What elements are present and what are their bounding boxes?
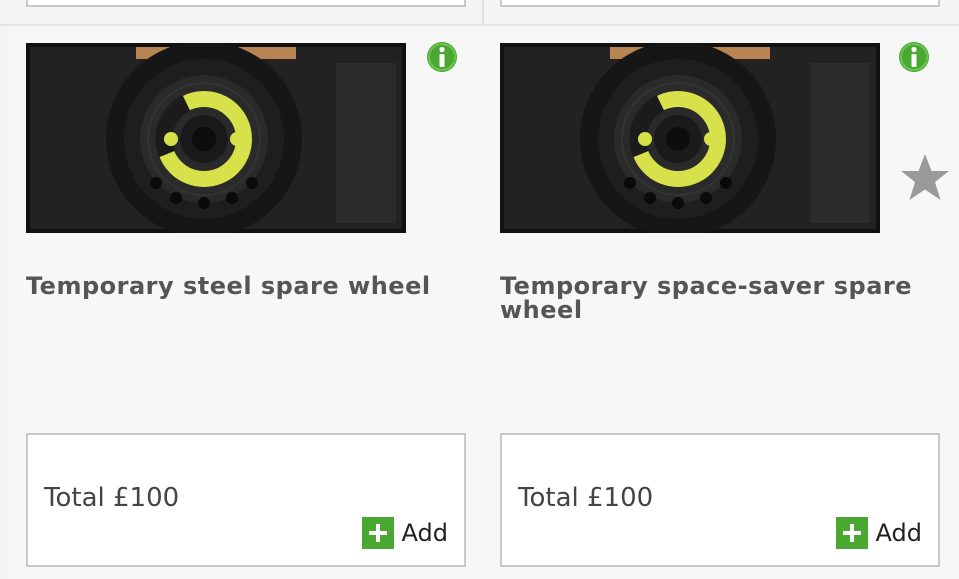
add-label: Add [875, 519, 922, 547]
spare-wheel-photo[interactable] [500, 43, 880, 233]
product-title: Temporary steel spare wheel [26, 272, 431, 300]
plus-icon [361, 517, 394, 549]
total-price: Total £100 [44, 483, 180, 513]
info-icon[interactable] [426, 41, 458, 73]
total-price: Total £100 [518, 483, 654, 513]
add-button[interactable]: Add [361, 517, 448, 549]
star-icon[interactable] [898, 152, 952, 204]
product-title: Temporary space-saver spare wheel [500, 272, 912, 324]
previous-row-price-box-left [26, 0, 466, 7]
price-box: Total £100 Add [26, 433, 466, 567]
product-card-space-saver-spare: Temporary space-saver spare wheel Total … [484, 26, 958, 579]
price-box: Total £100 Add [500, 433, 940, 567]
spare-wheel-photo[interactable] [26, 43, 406, 233]
product-card-steel-spare: Temporary steel spare wheel Total £100 A… [10, 26, 484, 579]
add-label: Add [401, 519, 448, 547]
add-button[interactable]: Add [835, 517, 922, 549]
previous-row-price-box-right [500, 0, 940, 7]
info-icon[interactable] [898, 41, 930, 73]
plus-icon [835, 517, 868, 549]
